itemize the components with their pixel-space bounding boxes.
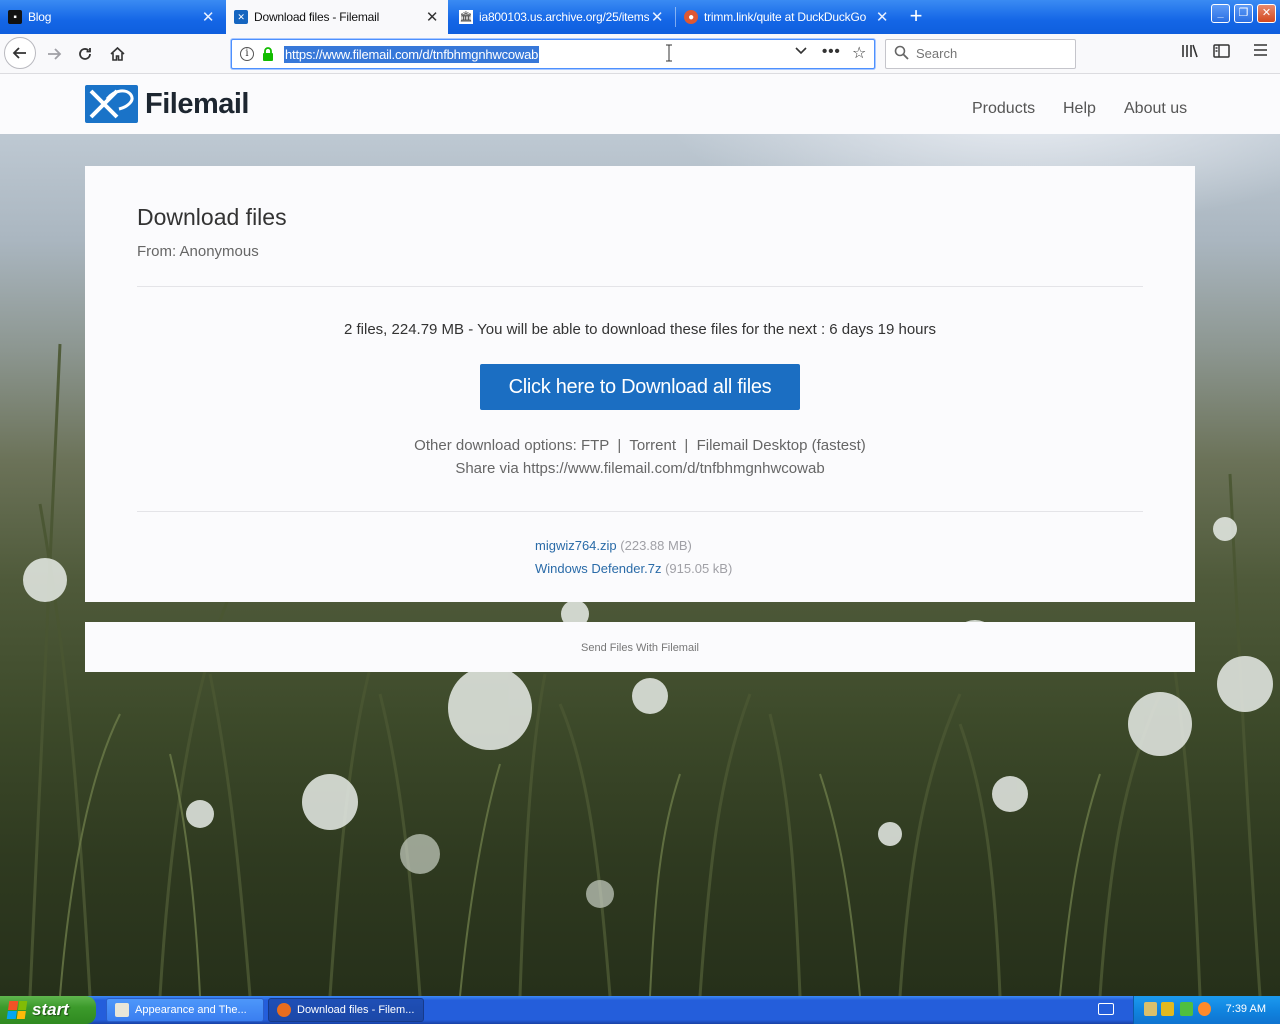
taskbar-item-firefox[interactable]: Download files - Filem... [268, 998, 424, 1022]
home-icon [109, 46, 125, 61]
search-input[interactable] [916, 46, 1066, 61]
nav-about-us[interactable]: About us [1124, 100, 1187, 118]
keyboard-language-icon[interactable] [1098, 1003, 1114, 1015]
nav-products[interactable]: Products [972, 100, 1035, 118]
file-size: (915.05 kB) [665, 561, 733, 576]
filemail-logo[interactable]: Filemail [85, 85, 250, 123]
tab-filemail[interactable]: ✕ Download files - Filemail ✕ [226, 0, 448, 34]
list-item: migwiz764.zip (223.88 MB) [535, 534, 732, 557]
navigation-toolbar: i https://www.filemail.com/d/tnfbhmgnhwc… [0, 34, 1280, 74]
home-button[interactable] [102, 39, 132, 69]
reload-icon [79, 48, 91, 60]
windows-logo-icon [6, 1001, 28, 1019]
logo-text: Filemail [145, 87, 250, 120]
hamburger-menu-icon[interactable] [1253, 43, 1268, 62]
maximize-button[interactable]: ❐ [1234, 4, 1253, 23]
tab-duckduckgo[interactable]: ● trimm.link/quite at DuckDuckGo ✕ [676, 2, 898, 32]
page-title: Download files [137, 204, 287, 230]
download-all-button[interactable]: Click here to Download all files [480, 364, 800, 410]
download-card: Download files From: Anonymous 2 files, … [85, 166, 1195, 602]
file-list: migwiz764.zip (223.88 MB) Windows Defend… [535, 534, 732, 580]
forward-button[interactable] [39, 39, 69, 69]
torrent-link[interactable]: Torrent [629, 437, 676, 454]
reload-button[interactable] [70, 39, 100, 69]
page-viewport: Filemail Products Help About us Download… [0, 74, 1280, 996]
firefox-icon [277, 1003, 291, 1017]
system-tray: 7:39 AM [1133, 996, 1280, 1024]
transfer-summary: 2 files, 224.79 MB - You will be able to… [343, 321, 937, 338]
close-tab-icon[interactable]: ✕ [874, 8, 890, 26]
sidebar-icon[interactable] [1213, 43, 1230, 64]
divider [137, 286, 1143, 287]
start-button[interactable]: start [0, 996, 96, 1024]
taskbar-item-appearance[interactable]: Appearance and The... [106, 998, 264, 1022]
ftp-link[interactable]: FTP [581, 437, 609, 454]
separator: | [613, 437, 626, 454]
taskbar-item-label: Appearance and The... [135, 1004, 247, 1016]
other-download-options: Other download options: FTP | Torrent | … [85, 437, 1195, 454]
filemail-logo-icon [85, 85, 138, 123]
blog-favicon-icon: ▪ [8, 10, 22, 24]
duckduckgo-favicon-icon: ● [684, 10, 698, 24]
filemail-favicon-icon: ✕ [234, 10, 248, 24]
address-bar[interactable]: i https://www.filemail.com/d/tnfbhmgnhwc… [231, 39, 875, 69]
nav-help[interactable]: Help [1063, 100, 1096, 118]
control-panel-icon [115, 1003, 129, 1017]
back-button[interactable] [4, 37, 36, 69]
start-label: start [32, 1000, 69, 1019]
share-url-link[interactable]: https://www.filemail.com/d/tnfbhmgnhwcow… [523, 460, 825, 477]
other-options-label: Other download options: [414, 437, 581, 454]
close-tab-icon[interactable]: ✕ [649, 8, 665, 26]
archive-favicon-icon: 🏛 [459, 10, 473, 24]
site-info-icon[interactable]: i [240, 47, 254, 61]
tab-strip: ▪ Blog ✕ ✕ Download files - Filemail ✕ 🏛… [0, 0, 1280, 34]
close-tab-icon[interactable]: ✕ [200, 8, 216, 26]
forward-arrow-icon [48, 48, 62, 60]
share-line: Share via https://www.filemail.com/d/tnf… [85, 460, 1195, 477]
library-icon[interactable] [1181, 43, 1199, 64]
antivirus-icon[interactable] [1180, 1002, 1193, 1016]
search-icon [894, 45, 909, 64]
chevron-down-icon[interactable] [795, 44, 807, 59]
security-shield-icon[interactable] [1161, 1002, 1174, 1016]
taskbar-item-label: Download files - Filem... [297, 1004, 415, 1016]
file-link[interactable]: Windows Defender.7z [535, 561, 661, 576]
clock[interactable]: 7:39 AM [1226, 1003, 1266, 1015]
minimize-button[interactable]: _ [1211, 4, 1230, 23]
tab-blog[interactable]: ▪ Blog ✕ [0, 2, 224, 32]
close-tab-icon[interactable]: ✕ [424, 8, 440, 26]
close-window-button[interactable]: ✕ [1257, 4, 1276, 23]
network-icon[interactable] [1144, 1002, 1157, 1016]
footer: Send Files With Filemail [85, 622, 1195, 672]
send-files-link[interactable]: Send Files With Filemail [581, 642, 699, 654]
text-cursor-icon [666, 44, 672, 62]
search-tray-icon[interactable] [1198, 1002, 1211, 1016]
new-tab-button[interactable]: + [903, 4, 929, 30]
windows-taskbar: start Appearance and The... Download fil… [0, 996, 1280, 1024]
page-actions-icon[interactable]: ••• [822, 43, 841, 60]
tab-title: Blog [28, 10, 52, 24]
tab-title: trimm.link/quite at DuckDuckGo [704, 10, 867, 24]
sender-label: From: Anonymous [137, 243, 259, 260]
url-text[interactable]: https://www.filemail.com/d/tnfbhmgnhwcow… [284, 46, 540, 63]
separator: | [680, 437, 693, 454]
file-size: (223.88 MB) [620, 538, 692, 553]
site-header: Filemail Products Help About us [0, 74, 1280, 134]
tab-archive[interactable]: 🏛 ia800103.us.archive.org/25/items ✕ [451, 2, 673, 32]
list-item: Windows Defender.7z (915.05 kB) [535, 557, 732, 580]
filemail-desktop-link[interactable]: Filemail Desktop (fastest) [697, 437, 866, 454]
secure-lock-icon[interactable] [262, 47, 274, 61]
tab-title: Download files - Filemail [254, 10, 380, 24]
share-label: Share via [455, 460, 523, 477]
file-link[interactable]: migwiz764.zip [535, 538, 617, 553]
divider [137, 511, 1143, 512]
tab-title: ia800103.us.archive.org/25/items [479, 10, 649, 24]
search-bar[interactable] [885, 39, 1076, 69]
back-arrow-icon [12, 47, 26, 59]
bookmark-star-icon[interactable]: ☆ [852, 43, 866, 63]
